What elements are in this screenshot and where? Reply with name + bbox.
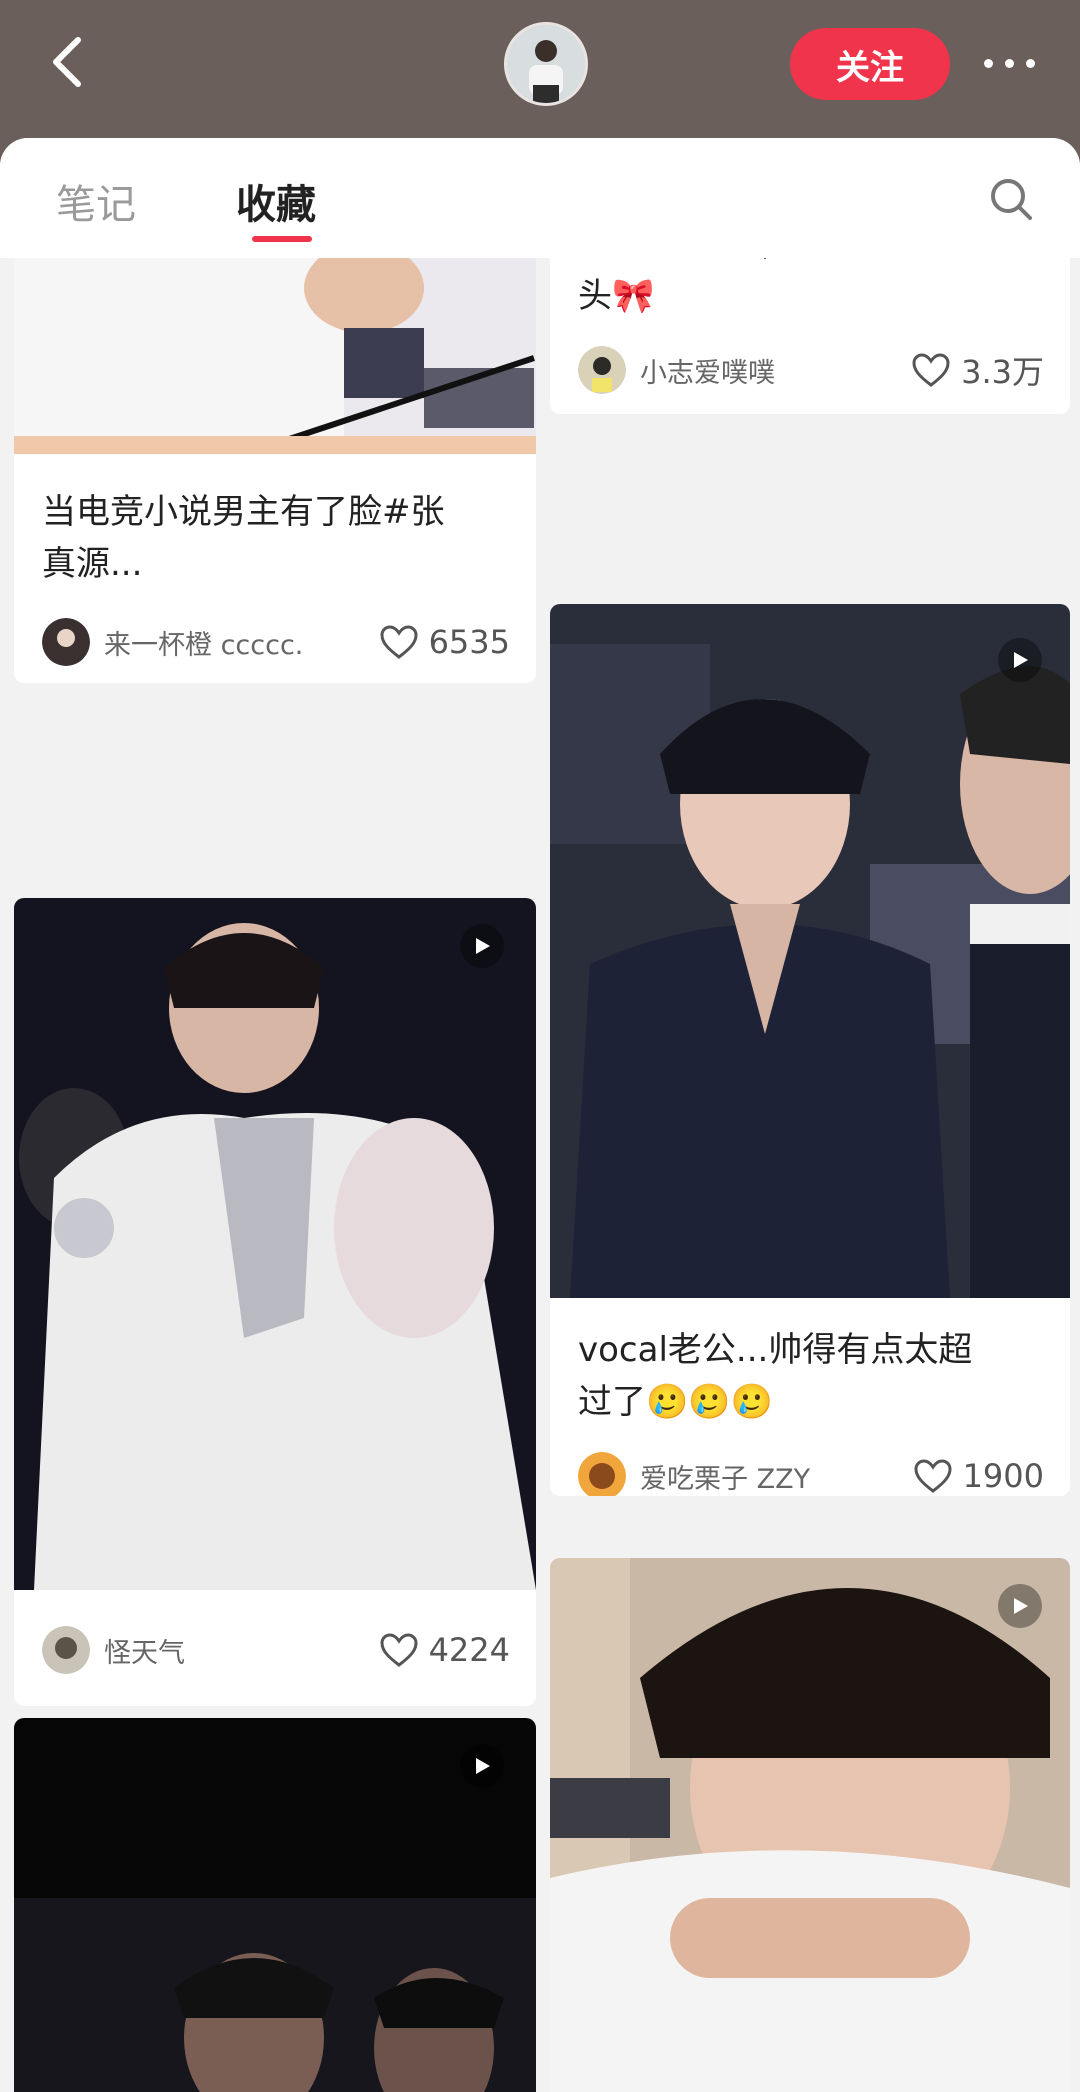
notes-grid: 当电竞小说男主有了脸#张 真源... 来一杯橙 ccccc. 6535 手残党必…: [0, 218, 1080, 2092]
like-count[interactable]: 4224: [379, 1631, 510, 1669]
tab-notes[interactable]: 笔记: [56, 172, 136, 230]
like-count[interactable]: 6535: [379, 623, 510, 661]
author-avatar[interactable]: [578, 346, 626, 394]
author-avatar[interactable]: [42, 1626, 90, 1674]
note-card[interactable]: 怪天气 4224: [14, 898, 536, 1706]
note-cover-image: [550, 604, 1070, 1298]
author-name[interactable]: 小志爱噗噗: [640, 351, 911, 390]
profile-avatar[interactable]: [504, 22, 588, 106]
note-meta: 小志爱噗噗 3.3万: [578, 344, 1044, 396]
follow-button[interactable]: 关注: [790, 28, 950, 100]
author-name[interactable]: 怪天气: [104, 1631, 379, 1670]
heart-icon[interactable]: [379, 624, 419, 660]
author-avatar[interactable]: [578, 1452, 626, 1496]
note-title: 当电竞小说男主有了脸#张 真源...: [42, 492, 445, 584]
heart-icon[interactable]: [379, 1632, 419, 1668]
note-card[interactable]: vocal老公...帅得有点太超 过了🥲🥲🥲 爱吃栗子 ZZY 1900: [550, 604, 1070, 1496]
tab-saved[interactable]: 收藏: [236, 172, 316, 230]
content-sheet: 笔记 收藏 当电竞小说男主有了脸#张 真源... 来一杯橙 ccccc. 653…: [0, 138, 1080, 2092]
note-cover-image: [14, 1718, 536, 2092]
note-cover-image: [14, 898, 536, 1590]
note-meta: 来一杯橙 ccccc. 6535: [42, 616, 510, 668]
video-play-icon: [998, 638, 1042, 682]
note-cover-image: [550, 1558, 1070, 2092]
video-play-icon: [460, 1744, 504, 1788]
note-meta: 怪天气 4224: [42, 1624, 510, 1676]
heart-icon[interactable]: [911, 352, 951, 388]
author-name[interactable]: 来一杯橙 ccccc.: [104, 623, 379, 662]
note-card[interactable]: [550, 1558, 1070, 2092]
like-count[interactable]: 3.3万: [911, 347, 1044, 393]
note-card[interactable]: [14, 1718, 536, 2092]
note-card[interactable]: 当电竞小说男主有了脸#张 真源... 来一杯橙 ccccc. 6535: [14, 218, 536, 683]
top-bar: 关注: [0, 0, 1080, 140]
search-icon[interactable]: [986, 174, 1036, 224]
like-count[interactable]: 1900: [913, 1457, 1044, 1495]
video-play-icon: [460, 924, 504, 968]
note-title: vocal老公...帅得有点太超 过了🥲🥲🥲: [578, 1330, 973, 1422]
video-play-icon: [998, 1584, 1042, 1628]
active-tab-indicator: [252, 236, 312, 242]
author-avatar[interactable]: [42, 618, 90, 666]
author-name[interactable]: 爱吃栗子 ZZY: [640, 1457, 913, 1496]
note-meta: 爱吃栗子 ZZY 1900: [578, 1450, 1044, 1496]
heart-icon[interactable]: [913, 1458, 953, 1494]
tab-bar: 笔记 收藏: [0, 138, 1080, 258]
back-chevron-icon[interactable]: [40, 30, 100, 94]
more-icon[interactable]: [974, 48, 1044, 78]
